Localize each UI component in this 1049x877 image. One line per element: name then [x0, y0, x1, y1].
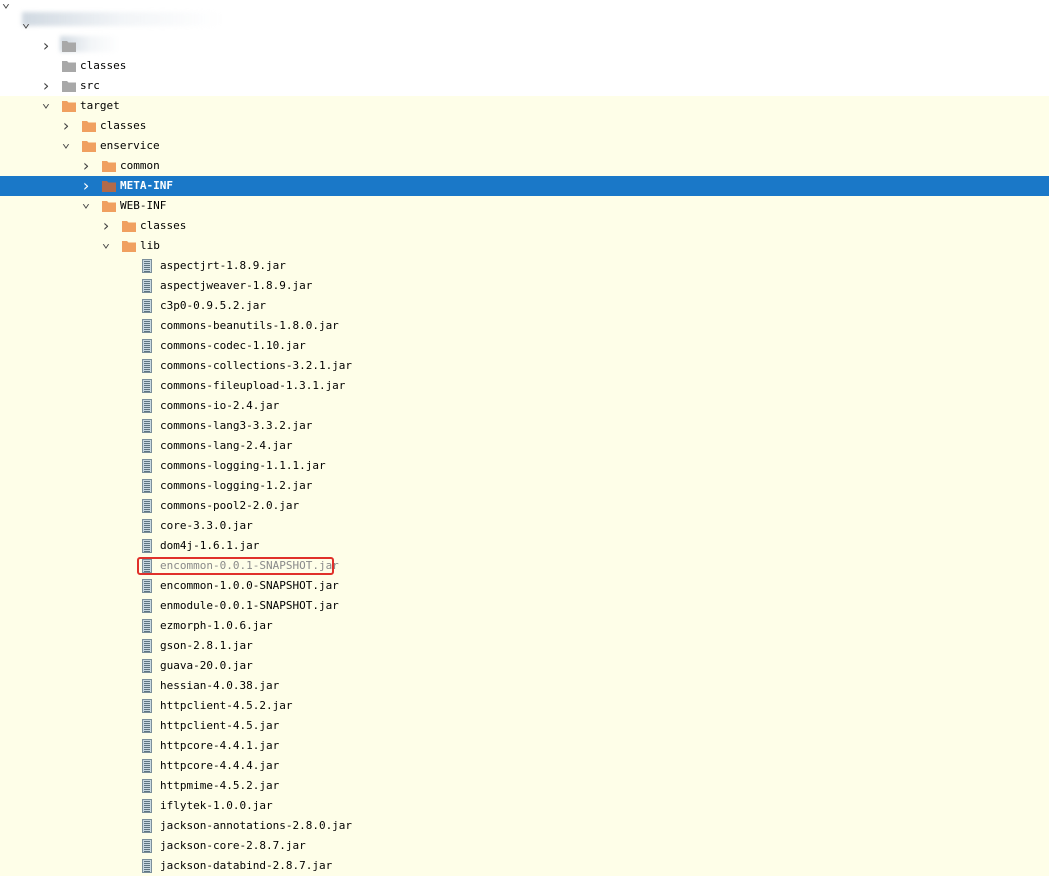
tree-row-jar-18[interactable]: enmodule-0.0.1-SNAPSHOT.jar — [0, 596, 1049, 616]
tree-row-jar-10[interactable]: commons-lang-2.4.jar — [0, 436, 1049, 456]
chevron-down-icon[interactable]: ⌄ — [40, 96, 52, 116]
tree-row-label: commons-logging-1.1.1.jar — [160, 459, 326, 472]
tree-row-label: commons-collections-3.2.1.jar — [160, 359, 353, 372]
tree-row-module[interactable]: ⌄ — [0, 16, 1049, 36]
tree-row-label: commons-pool2-2.0.jar — [160, 499, 300, 512]
jar-file-icon — [142, 859, 152, 877]
tree-row-jar-5[interactable]: commons-codec-1.10.jar — [0, 336, 1049, 356]
tree-row-label: httpclient-4.5.jar — [160, 719, 280, 732]
tree-row-jar-23[interactable]: httpclient-4.5.2.jar — [0, 696, 1049, 716]
tree-row-label: commons-io-2.4.jar — [160, 399, 280, 412]
tree-row-label: src — [80, 79, 100, 92]
tree-row-label: httpcore-4.4.1.jar — [160, 739, 280, 752]
tree-row-jar-11[interactable]: commons-logging-1.1.1.jar — [0, 456, 1049, 476]
tree-row-jar-4[interactable]: commons-beanutils-1.8.0.jar — [0, 316, 1049, 336]
tree-row-label: jackson-core-2.8.7.jar — [160, 839, 306, 852]
tree-row-label: httpcore-4.4.4.jar — [160, 759, 280, 772]
tree-row-label: commons-codec-1.10.jar — [160, 339, 306, 352]
tree-row-jar-30[interactable]: jackson-core-2.8.7.jar — [0, 836, 1049, 856]
tree-row-jar-29[interactable]: jackson-annotations-2.8.0.jar — [0, 816, 1049, 836]
tree-row-common[interactable]: › common — [0, 156, 1049, 176]
tree-row-label: aspectjweaver-1.8.9.jar — [160, 279, 313, 292]
tree-row-jar-6[interactable]: commons-collections-3.2.1.jar — [0, 356, 1049, 376]
tree-row-jar-13[interactable]: commons-pool2-2.0.jar — [0, 496, 1049, 516]
tree-row-label: commons-lang-2.4.jar — [160, 439, 293, 452]
tree-row-label: target — [80, 99, 120, 112]
tree-row-label: classes — [80, 59, 127, 72]
tree-row-jar-1[interactable]: aspectjrt-1.8.9.jar — [0, 256, 1049, 276]
tree-row-label: httpmime-4.5.2.jar — [160, 779, 280, 792]
tree-row-jar-25[interactable]: httpcore-4.4.1.jar — [0, 736, 1049, 756]
tree-row-label: META-INF — [120, 179, 173, 192]
tree-row-jar-2[interactable]: aspectjweaver-1.8.9.jar — [0, 276, 1049, 296]
tree-row-jar-17[interactable]: encommon-1.0.0-SNAPSHOT.jar — [0, 576, 1049, 596]
tree-row-label: jackson-databind-2.8.7.jar — [160, 859, 333, 872]
tree-row-enservice[interactable]: ⌄ enservice — [0, 136, 1049, 156]
tree-row-jar-8[interactable]: commons-io-2.4.jar — [0, 396, 1049, 416]
project-tree: ⌄ ⌄ › classes › src ⌄ target › classes ⌄ enservice ›… — [0, 0, 1049, 877]
tree-row-label: httpclient-4.5.2.jar — [160, 699, 293, 712]
tree-row-label: classes — [100, 119, 147, 132]
chevron-down-icon[interactable]: ⌄ — [0, 0, 12, 16]
tree-row-jar-3[interactable]: c3p0-0.9.5.2.jar — [0, 296, 1049, 316]
tree-row-jar-22[interactable]: hessian-4.0.38.jar — [0, 676, 1049, 696]
tree-row-blurred-child[interactable]: › — [0, 36, 1049, 56]
highlight-box — [137, 557, 334, 575]
tree-row-jar-31[interactable]: jackson-databind-2.8.7.jar — [0, 856, 1049, 876]
tree-row-label: commons-fileupload-1.3.1.jar — [160, 379, 346, 392]
tree-row-label: commons-lang3-3.3.2.jar — [160, 419, 313, 432]
tree-row-lib[interactable]: ⌄ lib — [0, 236, 1049, 256]
chevron-down-icon[interactable]: ⌄ — [80, 196, 92, 216]
tree-row-label: common — [120, 159, 160, 172]
tree-row-label: guava-20.0.jar — [160, 659, 253, 672]
chevron-down-icon[interactable]: ⌄ — [100, 236, 112, 256]
tree-row-label: dom4j-1.6.1.jar — [160, 539, 260, 552]
tree-row-label: iflytek-1.0.0.jar — [160, 799, 273, 812]
tree-row-webinf-classes[interactable]: › classes — [0, 216, 1049, 236]
tree-row-meta-inf[interactable]: › META-INF — [0, 176, 1049, 196]
tree-row-label: ezmorph-1.0.6.jar — [160, 619, 273, 632]
tree-row-label: lib — [140, 239, 160, 252]
tree-row-label: classes — [140, 219, 187, 232]
tree-row-jar-26[interactable]: httpcore-4.4.4.jar — [0, 756, 1049, 776]
tree-row-label: commons-logging-1.2.jar — [160, 479, 313, 492]
tree-row-label: jackson-annotations-2.8.0.jar — [160, 819, 353, 832]
chevron-right-icon[interactable]: › — [100, 216, 112, 236]
tree-row-label: aspectjrt-1.8.9.jar — [160, 259, 286, 272]
chevron-right-icon[interactable]: › — [80, 156, 92, 176]
tree-row-jar-28[interactable]: iflytek-1.0.0.jar — [0, 796, 1049, 816]
tree-row-label: enservice — [100, 139, 160, 152]
tree-row-jar-24[interactable]: httpclient-4.5.jar — [0, 716, 1049, 736]
tree-row-jar-19[interactable]: ezmorph-1.0.6.jar — [0, 616, 1049, 636]
chevron-right-icon[interactable]: › — [80, 176, 92, 196]
tree-row-web-inf[interactable]: ⌄ WEB-INF — [0, 196, 1049, 216]
tree-row-jar-12[interactable]: commons-logging-1.2.jar — [0, 476, 1049, 496]
tree-row-jar-7[interactable]: commons-fileupload-1.3.1.jar — [0, 376, 1049, 396]
tree-row-label: hessian-4.0.38.jar — [160, 679, 280, 692]
chevron-right-icon[interactable]: › — [60, 116, 72, 136]
tree-row-jar-27[interactable]: httpmime-4.5.2.jar — [0, 776, 1049, 796]
tree-row-root[interactable]: ⌄ — [0, 0, 1049, 16]
tree-row-label: c3p0-0.9.5.2.jar — [160, 299, 266, 312]
tree-row-jar-20[interactable]: gson-2.8.1.jar — [0, 636, 1049, 656]
chevron-right-icon[interactable]: › — [40, 36, 52, 56]
tree-row-label: encommon-1.0.0-SNAPSHOT.jar — [160, 579, 339, 592]
tree-row-jar-9[interactable]: commons-lang3-3.3.2.jar — [0, 416, 1049, 436]
chevron-down-icon[interactable]: ⌄ — [20, 16, 32, 36]
tree-row-jar-15[interactable]: dom4j-1.6.1.jar — [0, 536, 1049, 556]
tree-row-label: commons-beanutils-1.8.0.jar — [160, 319, 339, 332]
tree-row-jar-21[interactable]: guava-20.0.jar — [0, 656, 1049, 676]
tree-row-label: enmodule-0.0.1-SNAPSHOT.jar — [160, 599, 339, 612]
tree-row-classes-top[interactable]: classes — [0, 56, 1049, 76]
tree-row-target[interactable]: ⌄ target — [0, 96, 1049, 116]
chevron-down-icon[interactable]: ⌄ — [60, 136, 72, 156]
tree-row-label: gson-2.8.1.jar — [160, 639, 253, 652]
tree-row-jar-14[interactable]: core-3.3.0.jar — [0, 516, 1049, 536]
tree-row-label: core-3.3.0.jar — [160, 519, 253, 532]
tree-row-label: WEB-INF — [120, 199, 167, 212]
tree-row-src[interactable]: › src — [0, 76, 1049, 96]
tree-row-target-classes[interactable]: › classes — [0, 116, 1049, 136]
chevron-right-icon[interactable]: › — [40, 76, 52, 96]
